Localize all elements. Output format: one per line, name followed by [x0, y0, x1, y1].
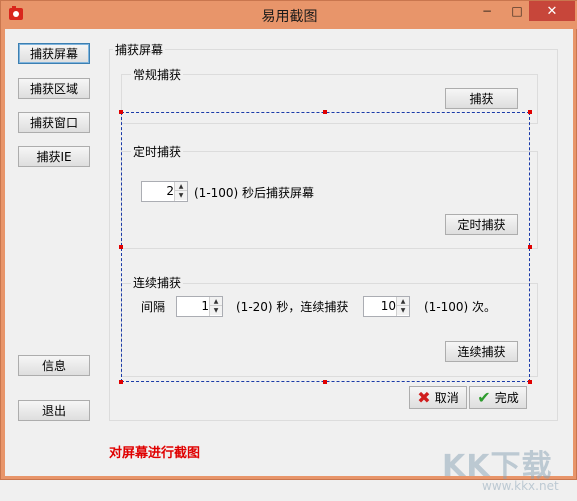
sidebar-item-capture-ie[interactable]: 捕获IE — [18, 146, 90, 167]
sidebar-item-capture-window[interactable]: 捕获窗口 — [18, 112, 90, 133]
resize-handle[interactable] — [323, 380, 327, 384]
done-label: 完成 — [494, 391, 519, 405]
close-x-icon: ✖ — [417, 388, 431, 407]
exit-button[interactable]: 退出 — [18, 400, 90, 421]
regular-capture-title: 常规捕获 — [131, 66, 184, 83]
selection-rectangle[interactable] — [121, 112, 530, 382]
watermark-logo: KK下载 www.kkx.net — [442, 449, 559, 493]
resize-handle[interactable] — [119, 380, 123, 384]
maximize-button[interactable]: □ — [504, 1, 530, 21]
resize-handle[interactable] — [528, 380, 532, 384]
info-button[interactable]: 信息 — [18, 355, 90, 376]
app-window: 易用截图 − □ ✕ 捕获屏幕 捕获区域 捕获窗口 捕获IE 信息 退出 捕获屏… — [0, 0, 577, 493]
title-bar[interactable]: 易用截图 − □ ✕ — [1, 1, 577, 29]
check-icon: ✔ — [477, 388, 491, 407]
main-title: 捕获屏幕 — [113, 41, 166, 58]
done-button[interactable]: ✔ 完成 — [469, 386, 527, 409]
close-button[interactable]: ✕ — [529, 1, 575, 21]
sidebar-item-capture-screen[interactable]: 捕获屏幕 — [18, 43, 90, 64]
resize-handle[interactable] — [323, 110, 327, 114]
capture-button[interactable]: 捕获 — [445, 88, 518, 109]
resize-handle[interactable] — [119, 245, 123, 249]
status-text: 对屏幕进行截图 — [109, 446, 201, 461]
sidebar-item-capture-region[interactable]: 捕获区域 — [18, 78, 90, 99]
minimize-button[interactable]: − — [474, 1, 500, 21]
resize-handle[interactable] — [119, 110, 123, 114]
client-area: 捕获屏幕 捕获区域 捕获窗口 捕获IE 信息 退出 捕获屏幕 常规捕获 捕获 定… — [5, 29, 573, 493]
resize-handle[interactable] — [528, 245, 532, 249]
resize-handle[interactable] — [528, 110, 532, 114]
cancel-button[interactable]: ✖ 取消 — [409, 386, 467, 409]
cancel-label: 取消 — [434, 391, 459, 405]
